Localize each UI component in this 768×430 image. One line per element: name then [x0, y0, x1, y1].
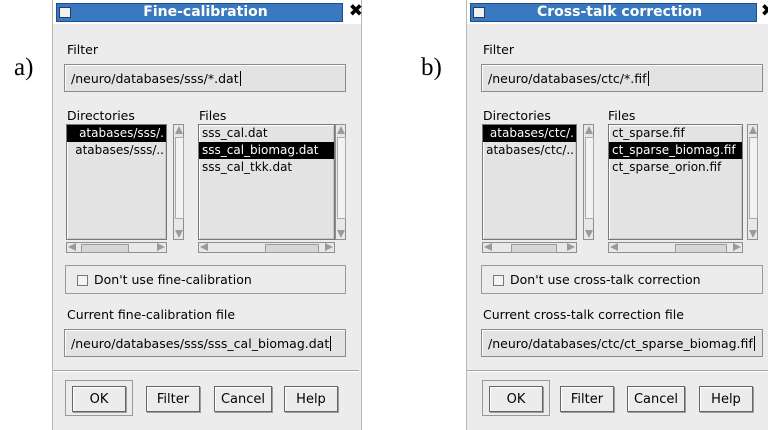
filter-input-text: /neuro/databases/sss/*.dat: [71, 71, 239, 86]
file-item[interactable]: ct_sparse.fif: [609, 125, 742, 142]
directory-item[interactable]: atabases/ctc/.: [483, 125, 576, 142]
scroll-up-arrow-icon[interactable]: [175, 126, 183, 134]
scroll-up-arrow-icon[interactable]: [749, 126, 757, 134]
checkbox-icon[interactable]: [493, 275, 504, 286]
dont-use-fine-calibration-checkbox[interactable]: Don't use fine-calibration: [65, 265, 346, 294]
scroll-left-arrow-icon[interactable]: [68, 243, 76, 251]
panel-a-letter: a): [14, 54, 34, 81]
checkbox-label: Don't use fine-calibration: [94, 272, 252, 287]
files-vertical-scrollbar[interactable]: [335, 124, 346, 240]
scroll-thumb[interactable]: [585, 137, 594, 219]
close-icon[interactable]: ✖: [761, 1, 768, 21]
filter-label: Filter: [67, 42, 98, 57]
panel-b-letter: b): [421, 54, 442, 81]
directories-label: Directories: [67, 108, 135, 123]
scroll-thumb[interactable]: [81, 244, 129, 253]
help-button[interactable]: Help: [284, 386, 338, 412]
current-file-input[interactable]: /neuro/databases/ctc/ct_sparse_biomag.fi…: [481, 329, 763, 357]
scroll-thumb[interactable]: [265, 244, 319, 253]
help-button[interactable]: Help: [699, 386, 753, 412]
scroll-thumb[interactable]: [675, 244, 727, 253]
current-file-input-text: /neuro/databases/sss/sss_cal_biomag.dat: [71, 336, 330, 351]
scroll-down-arrow-icon[interactable]: [585, 230, 593, 238]
scroll-left-arrow-icon[interactable]: [610, 243, 618, 251]
file-item[interactable]: sss_cal_tkk.dat: [199, 159, 334, 176]
directories-vertical-scrollbar[interactable]: [583, 124, 594, 240]
files-vertical-scrollbar[interactable]: [747, 124, 758, 240]
files-list[interactable]: sss_cal.dat sss_cal_biomag.dat sss_cal_t…: [198, 124, 335, 240]
title-bar: Cross-talk correction ✖: [467, 0, 768, 24]
directories-horizontal-scrollbar[interactable]: [66, 242, 167, 253]
scroll-thumb[interactable]: [749, 137, 758, 219]
scroll-thumb[interactable]: [337, 137, 346, 219]
ok-button[interactable]: OK: [72, 386, 126, 412]
scroll-thumb[interactable]: [175, 137, 184, 219]
directories-list[interactable]: atabases/sss/. atabases/sss/..: [66, 124, 167, 240]
scroll-right-arrow-icon[interactable]: [325, 243, 333, 251]
scroll-down-arrow-icon[interactable]: [175, 230, 183, 238]
current-file-label: Current cross-talk correction file: [483, 307, 684, 322]
cancel-button[interactable]: Cancel: [627, 386, 685, 412]
directory-item[interactable]: atabases/sss/..: [67, 142, 166, 159]
window-title: Fine-calibration: [143, 4, 268, 20]
filter-input-text: /neuro/databases/ctc/*.fif: [488, 71, 647, 86]
scroll-up-arrow-icon[interactable]: [337, 126, 345, 134]
current-file-input[interactable]: /neuro/databases/sss/sss_cal_biomag.dat: [64, 329, 346, 357]
directories-list[interactable]: atabases/ctc/. atabases/ctc/..: [482, 124, 577, 240]
scroll-right-arrow-icon[interactable]: [567, 243, 575, 251]
files-label: Files: [199, 108, 227, 123]
files-horizontal-scrollbar[interactable]: [608, 242, 743, 253]
scroll-down-arrow-icon[interactable]: [337, 230, 345, 238]
directory-item[interactable]: atabases/sss/.: [67, 125, 166, 142]
file-item[interactable]: sss_cal.dat: [199, 125, 334, 142]
directory-item[interactable]: atabases/ctc/..: [483, 142, 576, 159]
scroll-thumb[interactable]: [511, 244, 557, 253]
separator: [467, 370, 768, 372]
ok-button[interactable]: OK: [489, 386, 543, 412]
current-file-input-text: /neuro/databases/ctc/ct_sparse_biomag.fi…: [488, 336, 753, 351]
directories-horizontal-scrollbar[interactable]: [482, 242, 577, 253]
scroll-up-arrow-icon[interactable]: [585, 126, 593, 134]
separator: [53, 370, 359, 372]
title-bar-box[interactable]: Fine-calibration: [56, 3, 343, 22]
scroll-right-arrow-icon[interactable]: [733, 243, 741, 251]
cancel-button[interactable]: Cancel: [214, 386, 272, 412]
current-file-label: Current fine-calibration file: [67, 307, 236, 322]
scroll-right-arrow-icon[interactable]: [157, 243, 165, 251]
filter-input[interactable]: /neuro/databases/sss/*.dat: [64, 64, 346, 92]
dont-use-cross-talk-correction-checkbox[interactable]: Don't use cross-talk correction: [481, 265, 763, 294]
window-menu-icon[interactable]: [59, 7, 71, 18]
scroll-down-arrow-icon[interactable]: [749, 230, 757, 238]
title-bar-box[interactable]: Cross-talk correction: [470, 3, 757, 22]
text-caret: [239, 71, 246, 86]
title-bar: Fine-calibration ✖: [53, 0, 363, 24]
directories-vertical-scrollbar[interactable]: [173, 124, 184, 240]
files-horizontal-scrollbar[interactable]: [198, 242, 335, 253]
checkbox-label: Don't use cross-talk correction: [510, 272, 701, 287]
file-item[interactable]: sss_cal_biomag.dat: [199, 142, 334, 159]
filter-button[interactable]: Filter: [560, 386, 614, 412]
files-label: Files: [608, 108, 636, 123]
close-icon[interactable]: ✖: [349, 1, 363, 21]
directories-label: Directories: [483, 108, 551, 123]
window-title: Cross-talk correction: [537, 4, 702, 20]
filter-button[interactable]: Filter: [146, 386, 200, 412]
filter-input[interactable]: /neuro/databases/ctc/*.fif: [481, 64, 763, 92]
text-caret: [753, 336, 760, 351]
scroll-left-arrow-icon[interactable]: [200, 243, 208, 251]
scroll-left-arrow-icon[interactable]: [484, 243, 492, 251]
checkbox-icon[interactable]: [77, 275, 88, 286]
text-caret: [330, 336, 336, 351]
text-caret: [647, 71, 654, 86]
file-item[interactable]: ct_sparse_biomag.fif: [609, 142, 742, 159]
files-list[interactable]: ct_sparse.fif ct_sparse_biomag.fif ct_sp…: [608, 124, 743, 240]
file-item[interactable]: ct_sparse_orion.fif: [609, 159, 742, 176]
fine-calibration-dialog: Fine-calibration ✖ Filter /neuro/databas…: [52, 0, 363, 430]
cross-talk-correction-dialog: Cross-talk correction ✖ Filter /neuro/da…: [466, 0, 768, 430]
filter-label: Filter: [483, 42, 514, 57]
window-menu-icon[interactable]: [473, 7, 485, 18]
